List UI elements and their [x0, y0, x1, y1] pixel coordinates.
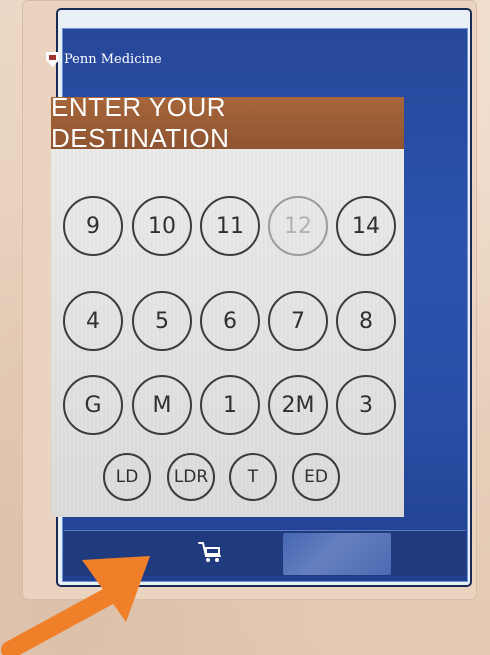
brand-name: Penn Medicine — [64, 52, 162, 67]
floor-button-1[interactable]: 1 — [200, 375, 260, 435]
floor-button-2m[interactable]: 2M — [268, 375, 328, 435]
destination-keypad: 9 10 11 12 14 4 5 6 7 8 G M 1 2M 3 LD LD… — [51, 149, 404, 517]
floor-button-t[interactable]: T — [229, 453, 277, 501]
floor-button-7[interactable]: 7 — [268, 291, 328, 351]
bottom-bar — [64, 530, 466, 576]
penn-shield-icon — [46, 52, 59, 67]
floor-button-3[interactable]: 3 — [336, 375, 396, 435]
floor-button-9[interactable]: 9 — [63, 196, 123, 256]
floor-button-ed[interactable]: ED — [292, 453, 340, 501]
floor-button-m[interactable]: M — [132, 375, 192, 435]
brand-logo: Penn Medicine — [46, 52, 162, 67]
page-title: ENTER YOUR DESTINATION — [51, 92, 404, 153]
floor-button-11[interactable]: 11 — [200, 196, 260, 256]
floor-button-8[interactable]: 8 — [336, 291, 396, 351]
tape-covered-icon — [283, 533, 391, 575]
floor-button-6[interactable]: 6 — [200, 291, 260, 351]
floor-button-g[interactable]: G — [63, 375, 123, 435]
floor-button-ldr[interactable]: LDR — [167, 453, 215, 501]
floor-button-10[interactable]: 10 — [132, 196, 192, 256]
floor-button-ld[interactable]: LD — [103, 453, 151, 501]
floor-button-12[interactable]: 12 — [268, 196, 328, 256]
floor-button-14[interactable]: 14 — [336, 196, 396, 256]
floor-button-4[interactable]: 4 — [63, 291, 123, 351]
cart-icon[interactable] — [196, 540, 224, 564]
floor-button-5[interactable]: 5 — [132, 291, 192, 351]
